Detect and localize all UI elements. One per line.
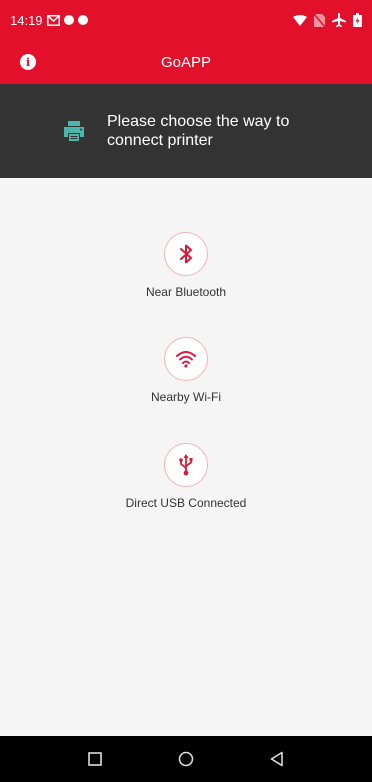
option-label: Nearby Wi-Fi [150, 390, 221, 404]
bluetooth-icon [180, 244, 192, 264]
recents-button[interactable] [75, 739, 115, 779]
app-title: GoAPP [160, 53, 212, 71]
no-sim-icon [314, 13, 325, 27]
connection-options: Near Bluetooth Nearby Wi-Fi Direct USB C… [0, 178, 372, 736]
option-label: Direct USB Connected [125, 496, 247, 510]
battery-icon [353, 13, 362, 27]
option-usb[interactable]: Direct USB Connected [0, 443, 372, 510]
option-label: Near Bluetooth [145, 285, 227, 299]
notification-dot-icon [77, 15, 88, 25]
mail-icon [46, 14, 60, 26]
banner-message: Please choose the way to connect printer [107, 113, 290, 149]
usb-icon [179, 454, 193, 476]
wifi-icon [176, 351, 196, 368]
app-bar: i GoAPP [0, 40, 372, 84]
option-circle[interactable] [164, 337, 208, 381]
home-button[interactable] [166, 739, 206, 779]
printer-icon [64, 121, 84, 141]
circle-icon [178, 751, 194, 767]
info-icon[interactable]: i [20, 54, 36, 70]
system-nav-bar [0, 736, 372, 782]
square-icon [88, 752, 103, 766]
wifi-icon [293, 14, 307, 26]
status-time: 14:19 [10, 12, 43, 28]
option-bluetooth[interactable]: Near Bluetooth [0, 232, 372, 299]
printer-connect-banner: Please choose the way to connect printer [0, 84, 372, 178]
notification-dot-icon [63, 15, 74, 25]
option-circle[interactable] [164, 232, 208, 276]
option-circle[interactable] [164, 443, 208, 487]
airplane-icon [332, 13, 346, 27]
status-bar: 14:19 [0, 0, 372, 40]
back-button[interactable] [257, 739, 297, 779]
option-wifi[interactable]: Nearby Wi-Fi [0, 337, 372, 404]
back-triangle-icon [270, 751, 283, 767]
